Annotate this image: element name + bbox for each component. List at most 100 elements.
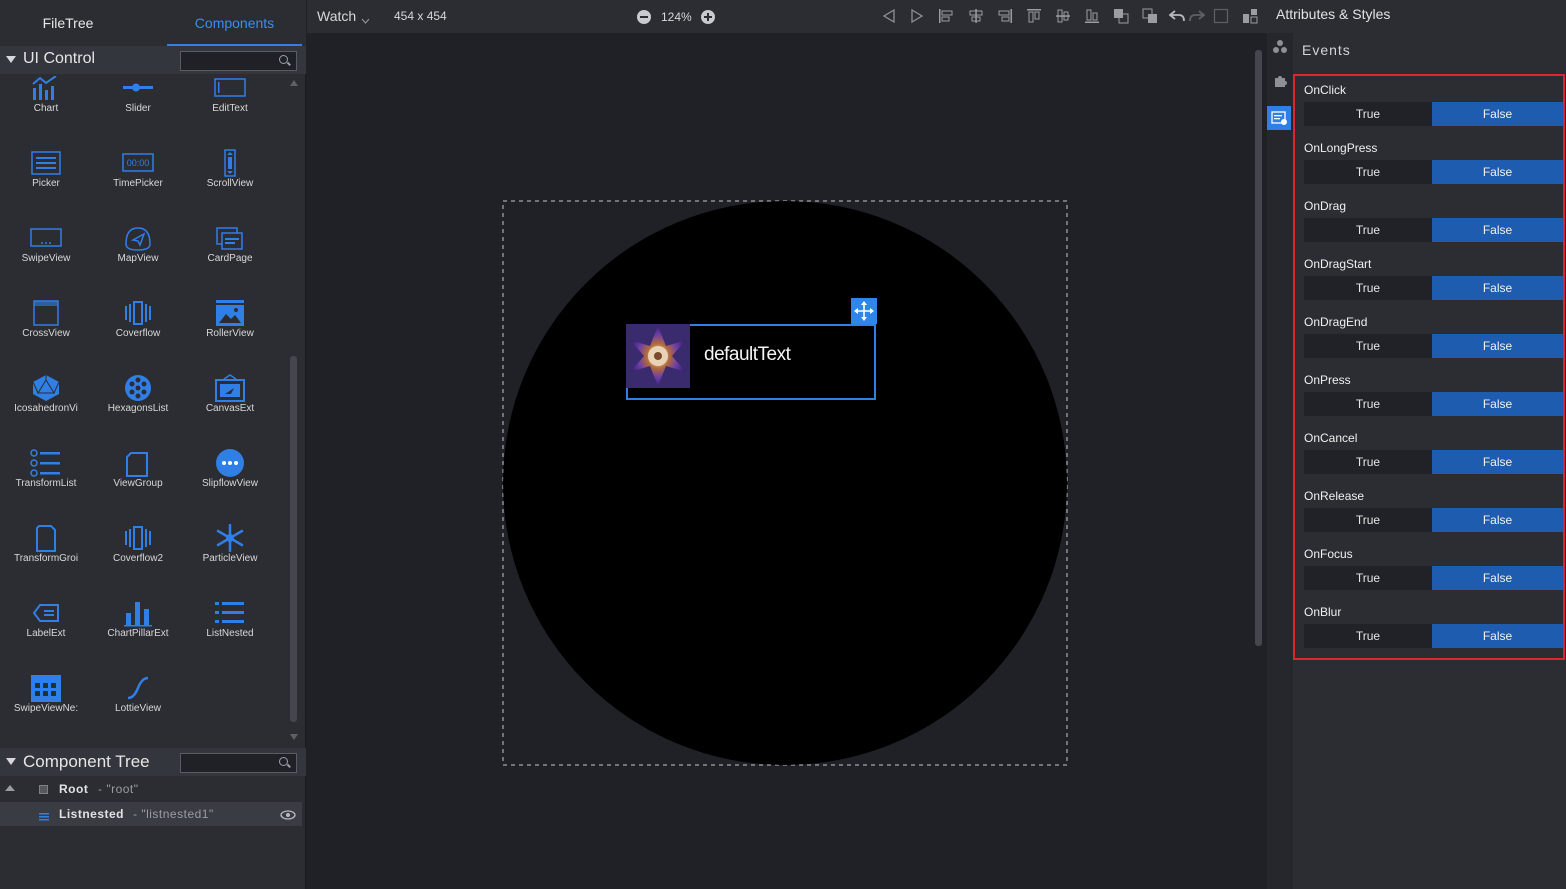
- image-thumbnail: [626, 324, 690, 388]
- align-right-icon[interactable]: [997, 8, 1013, 24]
- event-true-option[interactable]: True: [1304, 102, 1432, 126]
- component-listnested[interactable]: ListNested: [184, 599, 276, 674]
- device-select[interactable]: Watch: [317, 8, 356, 24]
- ui-control-header[interactable]: UI Control: [0, 46, 306, 74]
- align-left-icon[interactable]: [938, 8, 954, 24]
- event-false-option[interactable]: False: [1432, 334, 1563, 358]
- event-true-option[interactable]: True: [1304, 508, 1432, 532]
- ui-control-search-input[interactable]: [180, 51, 297, 71]
- attributes-icon[interactable]: [1272, 39, 1288, 60]
- tab-components[interactable]: Components: [167, 0, 302, 46]
- send-backward-icon[interactable]: [1142, 8, 1158, 24]
- event-false-option[interactable]: False: [1432, 160, 1563, 184]
- design-canvas[interactable]: defaultText: [307, 33, 1267, 889]
- event-false-option[interactable]: False: [1432, 218, 1563, 242]
- component-crossview[interactable]: CrossView: [0, 299, 92, 374]
- event-false-option[interactable]: False: [1432, 276, 1563, 300]
- undo-icon[interactable]: [1168, 8, 1185, 24]
- component-swipeview[interactable]: SwipeView: [0, 224, 92, 299]
- collapse-triangle-icon[interactable]: [6, 56, 16, 63]
- search-icon[interactable]: [279, 757, 288, 766]
- component-edittext[interactable]: EditText: [184, 76, 276, 149]
- zoom-out-icon[interactable]: [637, 10, 651, 29]
- align-center-icon[interactable]: [968, 8, 984, 24]
- component-labelext[interactable]: LabelExt: [0, 599, 92, 674]
- component-particleview[interactable]: ParticleView: [184, 524, 276, 599]
- event-false-option[interactable]: False: [1432, 392, 1563, 416]
- component-slipflowview[interactable]: SlipflowView: [184, 449, 276, 524]
- canvas-scrollbar[interactable]: [1254, 36, 1264, 650]
- layout-icon[interactable]: [1242, 8, 1258, 24]
- next-icon[interactable]: [909, 8, 925, 24]
- component-transformlist[interactable]: TransformList: [0, 449, 92, 524]
- expand-triangle-icon[interactable]: [5, 785, 15, 791]
- frame-icon[interactable]: [1213, 8, 1229, 24]
- event-true-option[interactable]: True: [1304, 392, 1432, 416]
- component-chart[interactable]: Chart: [0, 76, 92, 149]
- component-palette: Chart Slider EditText Picker 00:00 TimePicker…: [0, 76, 288, 748]
- component-hexagonslist[interactable]: HexagonsList: [92, 374, 184, 449]
- tree-row-root[interactable]: Root - "root": [0, 777, 302, 801]
- event-false-option[interactable]: False: [1432, 624, 1563, 648]
- event-true-option[interactable]: True: [1304, 276, 1432, 300]
- component-scrollview[interactable]: ScrollView: [184, 149, 276, 224]
- listnested-widget[interactable]: defaultText: [626, 298, 877, 400]
- watch-face[interactable]: [307, 33, 1267, 889]
- component-coverflow[interactable]: Coverflow: [92, 299, 184, 374]
- search-icon[interactable]: [279, 55, 288, 64]
- right-panel: Attributes & Styles Events OnClick True Fa…: [1267, 0, 1566, 889]
- plugin-icon[interactable]: [1272, 73, 1288, 94]
- collapse-triangle-icon[interactable]: [6, 758, 16, 765]
- component-tree-search-input[interactable]: [180, 753, 297, 773]
- event-false-option[interactable]: False: [1432, 566, 1563, 590]
- component-label: TimePicker: [113, 178, 163, 189]
- previous-icon[interactable]: [881, 8, 897, 24]
- event-true-option[interactable]: True: [1304, 334, 1432, 358]
- event-true-option[interactable]: True: [1304, 450, 1432, 474]
- component-tree-header[interactable]: Component Tree: [0, 748, 306, 776]
- tree-row-listnested[interactable]: Listnested - "listnested1": [0, 802, 302, 826]
- component-icosahedronvi[interactable]: IcosahedronVi: [0, 374, 92, 449]
- component-label: CanvasExt: [205, 403, 255, 414]
- event-true-option[interactable]: True: [1304, 566, 1432, 590]
- component-slider[interactable]: Slider: [92, 76, 184, 149]
- eye-icon[interactable]: [280, 809, 296, 823]
- palette-scrollbar[interactable]: [288, 76, 300, 744]
- event-false-option[interactable]: False: [1432, 508, 1563, 532]
- palette-scroll-thumb[interactable]: [290, 356, 297, 722]
- align-top-icon[interactable]: [1026, 8, 1042, 24]
- redo-icon[interactable]: [1189, 8, 1206, 24]
- event-true-option[interactable]: True: [1304, 624, 1432, 648]
- align-bottom-icon[interactable]: [1084, 8, 1100, 24]
- zoom-in-icon[interactable]: [701, 10, 715, 29]
- component-viewgroup[interactable]: ViewGroup: [92, 449, 184, 524]
- component-chartpillarext[interactable]: ChartPillarExt: [92, 599, 184, 674]
- component-canvasext[interactable]: CanvasExt: [184, 374, 276, 449]
- event-row-onpress: OnPress True False: [1304, 370, 1564, 428]
- component-rollerview[interactable]: RollerView: [184, 299, 276, 374]
- events-tab-icon[interactable]: [1267, 106, 1291, 130]
- component-timepicker[interactable]: 00:00 TimePicker: [92, 149, 184, 224]
- resolution-label: 454 x 454: [394, 9, 447, 23]
- events-list: OnClick True False OnLongPress True False OnDr…: [1293, 74, 1565, 660]
- scroll-down-arrow-icon[interactable]: [290, 734, 298, 740]
- event-true-option[interactable]: True: [1304, 160, 1432, 184]
- component-label: CrossView: [22, 328, 70, 339]
- align-middle-icon[interactable]: [1055, 8, 1071, 24]
- component-coverflow2[interactable]: Coverflow2: [92, 524, 184, 599]
- chevron-down-icon[interactable]: [361, 11, 370, 29]
- canvas-scroll-thumb[interactable]: [1255, 50, 1262, 646]
- event-false-option[interactable]: False: [1432, 450, 1563, 474]
- component-picker[interactable]: Picker: [0, 149, 92, 224]
- tab-filetree[interactable]: FileTree: [0, 0, 136, 46]
- component-swipeviewne-[interactable]: SwipeViewNe:: [0, 674, 92, 748]
- scroll-up-arrow-icon[interactable]: [290, 80, 298, 86]
- move-handle-icon[interactable]: [851, 298, 877, 324]
- component-lottieview[interactable]: LottieView: [92, 674, 184, 748]
- event-true-option[interactable]: True: [1304, 218, 1432, 242]
- component-transformgroi[interactable]: TransformGroi: [0, 524, 92, 599]
- event-false-option[interactable]: False: [1432, 102, 1563, 126]
- component-cardpage[interactable]: CardPage: [184, 224, 276, 299]
- bring-forward-icon[interactable]: [1113, 8, 1129, 24]
- component-mapview[interactable]: MapView: [92, 224, 184, 299]
